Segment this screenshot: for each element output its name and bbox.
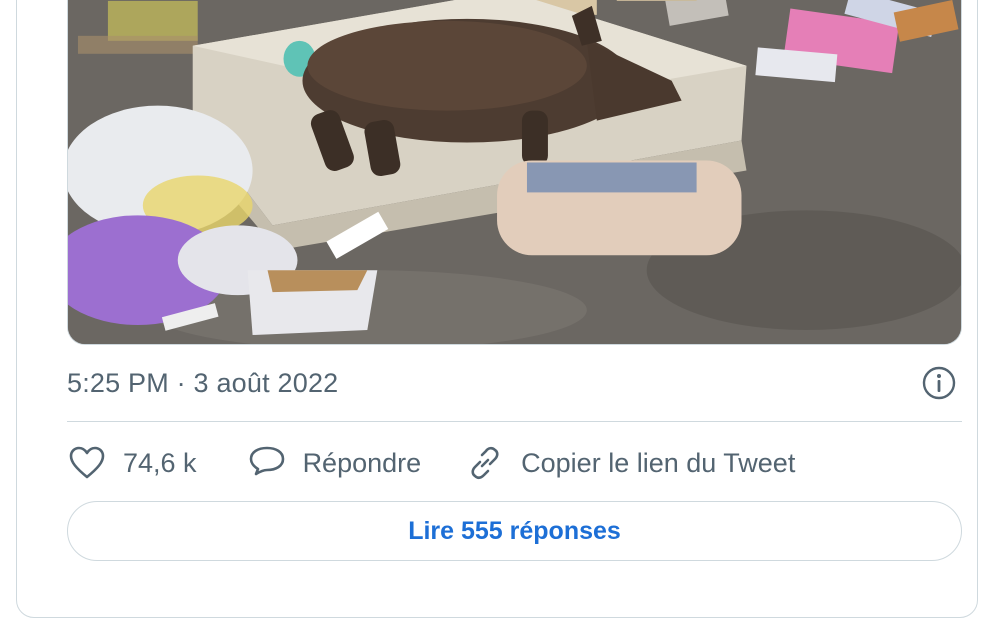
copy-link-button[interactable]: Copier le lien du Tweet	[465, 439, 795, 487]
speech-bubble-icon	[247, 443, 287, 483]
heart-icon	[67, 443, 107, 483]
tweet-photo[interactable]	[67, 0, 962, 345]
tweet-card: 5:25 PM · 3 août 2022 74,6 k Répondre Co…	[16, 0, 978, 618]
link-icon	[465, 443, 505, 483]
reply-button[interactable]: Répondre	[247, 439, 422, 487]
reply-label: Répondre	[302, 447, 422, 478]
tweet-timestamp[interactable]: 5:25 PM · 3 août 2022	[67, 368, 338, 399]
read-replies-button[interactable]: Lire 555 réponses	[67, 501, 962, 561]
like-button[interactable]: 74,6 k	[67, 439, 197, 487]
copy-link-label: Copier le lien du Tweet	[521, 447, 796, 478]
divider	[67, 421, 962, 422]
like-count: 74,6 k	[123, 447, 197, 478]
tweet-meta-row: 5:25 PM · 3 août 2022	[67, 361, 962, 405]
boar-photo-illustration	[68, 0, 961, 344]
tweet-actions: 74,6 k Répondre Copier le lien du Tweet	[67, 439, 962, 487]
info-circle-icon[interactable]	[920, 364, 958, 402]
